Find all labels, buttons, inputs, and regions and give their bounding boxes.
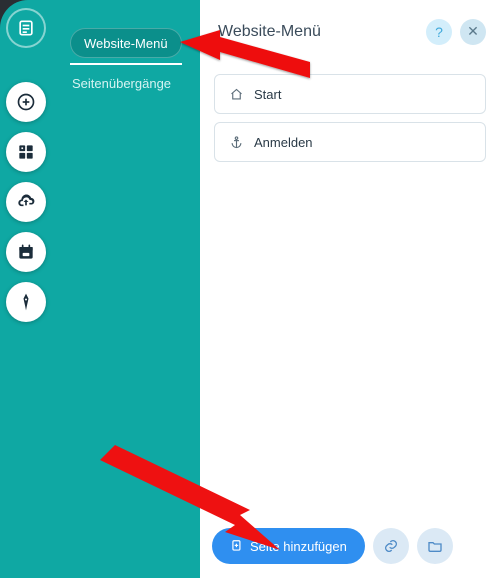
rail-pages-button[interactable] <box>6 8 46 48</box>
tab-label: Seitenübergänge <box>72 76 171 91</box>
add-page-icon <box>230 539 244 553</box>
close-icon: ✕ <box>467 23 479 40</box>
question-mark-icon: ? <box>435 24 443 40</box>
panel-title: Website-Menü <box>218 23 418 41</box>
page-item-label: Start <box>254 87 281 102</box>
anchor-icon <box>229 135 244 150</box>
cloud-upload-icon <box>16 192 36 212</box>
page-item-start[interactable]: Start <box>214 74 486 114</box>
home-icon <box>229 87 244 102</box>
apps-grid-icon <box>16 142 36 162</box>
add-page-button[interactable]: Seite hinzufügen <box>212 528 365 564</box>
folder-button[interactable] <box>417 528 453 564</box>
link-page-button[interactable] <box>373 528 409 564</box>
page-item-label: Anmelden <box>254 135 313 150</box>
page-item-anmelden[interactable]: Anmelden <box>214 122 486 162</box>
add-page-label: Seite hinzufügen <box>250 539 347 554</box>
pages-panel: Website-Menü ? ✕ Start Anmelden Seite hi… <box>200 0 500 578</box>
close-button[interactable]: ✕ <box>460 19 486 45</box>
panel-footer: Seite hinzufügen <box>200 514 500 578</box>
plus-circle-icon <box>16 92 36 112</box>
folder-icon <box>427 538 443 554</box>
tab-page-transitions[interactable]: Seitenübergänge <box>70 76 200 91</box>
rail-apps-button[interactable] <box>6 132 46 172</box>
tab-website-menu[interactable]: Website-Menü <box>70 28 182 58</box>
help-button[interactable]: ? <box>426 19 452 45</box>
page-list-icon <box>16 18 36 38</box>
link-icon <box>383 538 399 554</box>
rail-store-button[interactable] <box>6 232 46 272</box>
page-list: Start Anmelden <box>200 64 500 172</box>
panel-header: Website-Menü ? ✕ <box>200 0 500 64</box>
pen-nib-icon <box>16 292 36 312</box>
calendar-store-icon <box>16 242 36 262</box>
tab-label: Website-Menü <box>84 36 168 51</box>
rail-blog-button[interactable] <box>6 282 46 322</box>
rail-add-button[interactable] <box>6 82 46 122</box>
left-icon-rail <box>6 8 46 322</box>
rail-upload-button[interactable] <box>6 182 46 222</box>
